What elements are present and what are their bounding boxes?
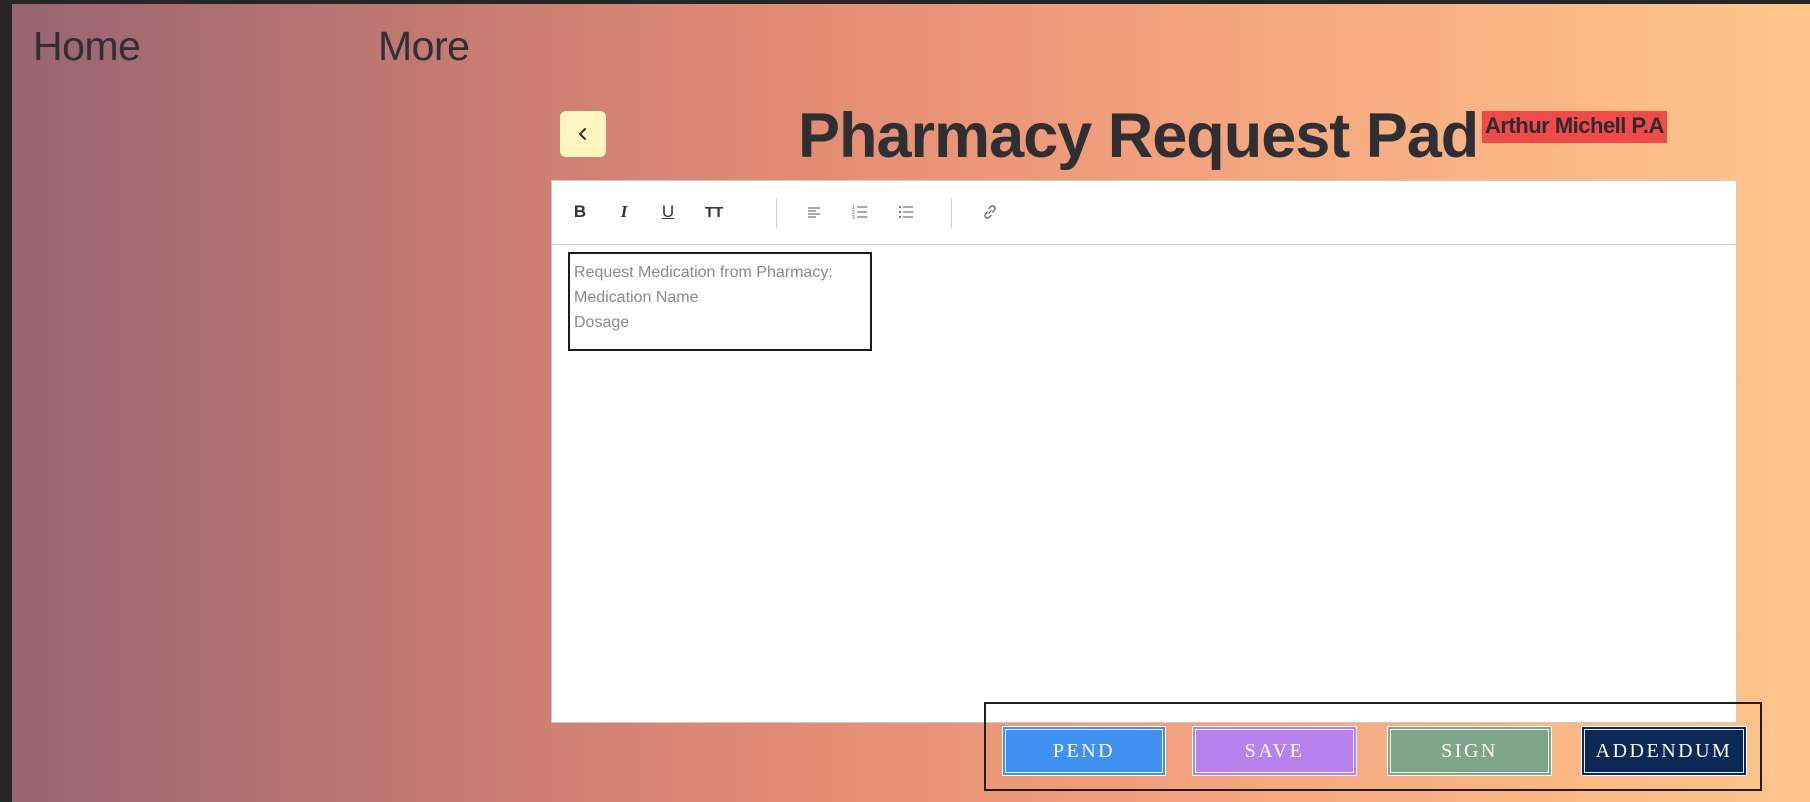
italic-button[interactable]: I — [612, 193, 636, 231]
toolbar-divider — [951, 198, 952, 228]
page-background: Home More Pharmacy Request Pad Arthur Mi… — [12, 4, 1810, 802]
underline-icon: U — [661, 202, 675, 221]
rich-text-editor[interactable]: B I U TT 1 2 3 Request Medication from P… — [551, 180, 1737, 723]
bulleted-list-button[interactable] — [892, 193, 920, 231]
sign-button[interactable]: SIGN — [1387, 726, 1552, 776]
align-left-icon — [808, 207, 820, 218]
svg-text:3: 3 — [852, 215, 855, 220]
align-left-button[interactable] — [800, 193, 828, 231]
toolbar-divider — [776, 198, 777, 228]
editor-toolbar: B I U TT 1 2 3 — [552, 181, 1736, 245]
numbered-list-icon: 1 2 3 — [852, 205, 867, 220]
link-icon — [984, 205, 996, 219]
underline-button[interactable]: U — [656, 193, 680, 231]
page-title: Pharmacy Request Pad — [798, 101, 1479, 171]
back-button[interactable] — [560, 111, 606, 157]
placeholder-line: Request Medication from Pharmacy: — [574, 264, 833, 281]
italic-icon: I — [620, 202, 628, 221]
text-size-button[interactable]: TT — [699, 193, 729, 231]
link-button[interactable] — [976, 193, 1004, 231]
provider-badge: Arthur Michell P.A — [1482, 111, 1667, 143]
bulleted-list-icon — [899, 206, 913, 218]
placeholder-line: Dosage — [574, 314, 630, 331]
bold-button[interactable]: B — [568, 193, 592, 231]
nav-more-link[interactable]: More — [378, 23, 470, 70]
save-button[interactable]: SAVE — [1192, 726, 1357, 776]
nav-home-link[interactable]: Home — [33, 23, 141, 70]
addendum-button[interactable]: ADDENDUM — [1581, 726, 1747, 776]
chevron-left-icon — [579, 128, 586, 140]
pend-button[interactable]: PEND — [1002, 726, 1166, 776]
bold-icon: B — [573, 202, 587, 221]
editor-content-placeholder[interactable]: Request Medication from Pharmacy: Medica… — [568, 252, 872, 351]
placeholder-line: Medication Name — [574, 289, 699, 306]
numbered-list-button[interactable]: 1 2 3 — [846, 193, 874, 231]
text-size-icon: TT — [704, 203, 724, 221]
